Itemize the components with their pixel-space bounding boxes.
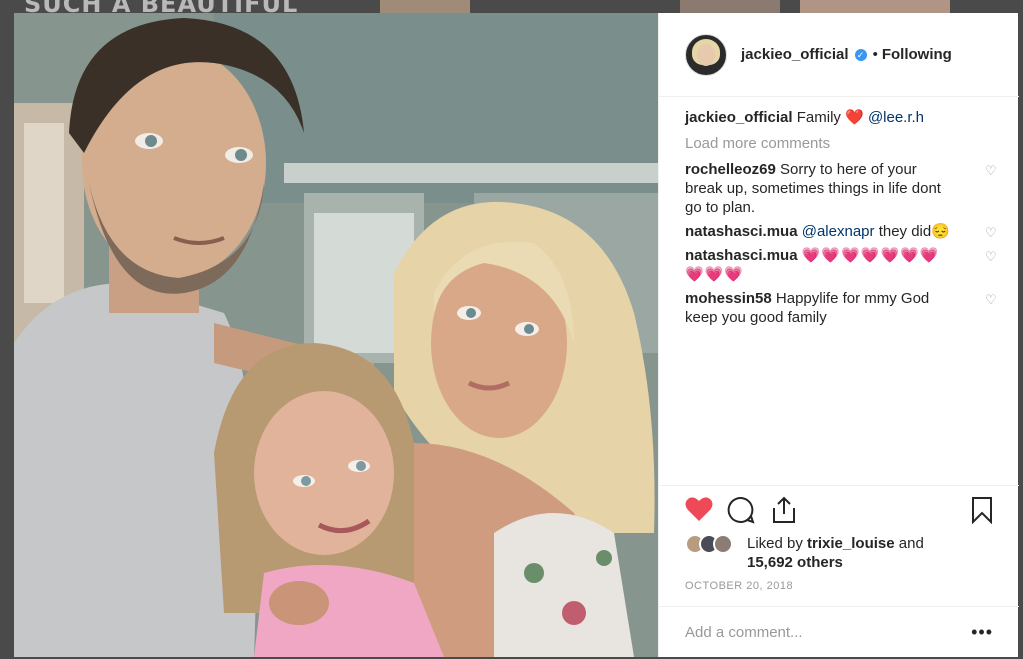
liked-by-others-link[interactable]: 15,692 others — [747, 554, 843, 571]
bookmark-icon[interactable] — [971, 496, 993, 529]
comment-username[interactable]: natashasci.mua — [685, 247, 798, 264]
avatar-face — [697, 43, 715, 66]
comment-username[interactable]: rochelleoz69 — [685, 161, 776, 178]
post-actions: Liked by trixie_louise and 15,692 others… — [659, 485, 1019, 592]
verified-badge-icon: ✓ — [854, 48, 867, 61]
comment-mention[interactable]: @alexnapr — [802, 223, 875, 240]
avatar[interactable] — [685, 33, 727, 76]
comment-like-heart-icon[interactable]: ♡ — [985, 164, 999, 177]
liked-by-prefix: Liked by — [747, 535, 803, 552]
family-photo-illustration — [14, 13, 658, 657]
likes-text: Liked by trixie_louise and 15,692 others — [747, 534, 924, 572]
post-modal: jackieo_official ✓ • Following jackieo_o… — [14, 13, 1019, 657]
comment-like-heart-icon[interactable]: ♡ — [985, 226, 999, 239]
liked-by-user-link[interactable]: trixie_louise — [807, 535, 895, 552]
comment-like-heart-icon[interactable]: ♡ — [985, 293, 999, 306]
heart-filled-icon[interactable] — [685, 496, 713, 527]
post-header: jackieo_official ✓ • Following — [659, 13, 1019, 97]
comment-username[interactable]: natashasci.mua — [685, 223, 798, 240]
comment-like-heart-icon[interactable]: ♡ — [985, 250, 999, 263]
liker-avatar[interactable] — [713, 534, 733, 554]
add-comment-input[interactable]: Add a comment... — [685, 624, 803, 641]
header-username[interactable]: jackieo_official — [741, 46, 849, 63]
comment-text: they did😔 — [878, 223, 950, 240]
post-photo[interactable] — [14, 13, 658, 657]
caption-text: Family — [796, 109, 841, 126]
action-icons — [685, 496, 993, 528]
comment-item: natashasci.mua 💗💗💗💗💗💗💗💗💗💗 ♡ — [685, 246, 1003, 284]
background-thumbnail — [800, 0, 950, 13]
caption-username[interactable]: jackieo_official — [685, 109, 793, 126]
comment-item: rochelleoz69 Sorry to here of your break… — [685, 160, 1003, 217]
liked-by-and: and — [898, 535, 924, 552]
post-sidebar: jackieo_official ✓ • Following jackieo_o… — [658, 13, 1019, 657]
likes-summary: Liked by trixie_louise and 15,692 others — [685, 534, 993, 572]
comments-list: jackieo_official Family ❤️ @lee.r.h Load… — [685, 108, 1003, 332]
comment-item: mohessin58 Happylife for mmy God keep yo… — [685, 289, 1003, 327]
following-button[interactable]: Following — [882, 46, 952, 63]
load-more-comments-button[interactable]: Load more comments — [685, 134, 1003, 154]
comment-item: natashasci.mua @alexnapr they did😔 ♡ — [685, 222, 1003, 241]
caption-heart-emoji: ❤️ — [845, 109, 864, 126]
header-separator: • — [872, 46, 878, 63]
liker-avatars — [685, 534, 741, 556]
comment-bubble-icon[interactable] — [727, 496, 755, 529]
background-thumbnail — [380, 0, 470, 13]
background-thumbnail — [680, 0, 780, 13]
post-caption: jackieo_official Family ❤️ @lee.r.h — [685, 108, 1003, 128]
share-icon[interactable] — [771, 496, 797, 529]
more-options-icon[interactable]: ••• — [971, 622, 993, 643]
add-comment-bar: Add a comment... ••• — [659, 606, 1019, 657]
comment-username[interactable]: mohessin58 — [685, 290, 772, 307]
post-date: OCTOBER 20, 2018 — [685, 580, 794, 592]
caption-mention[interactable]: @lee.r.h — [868, 109, 924, 126]
